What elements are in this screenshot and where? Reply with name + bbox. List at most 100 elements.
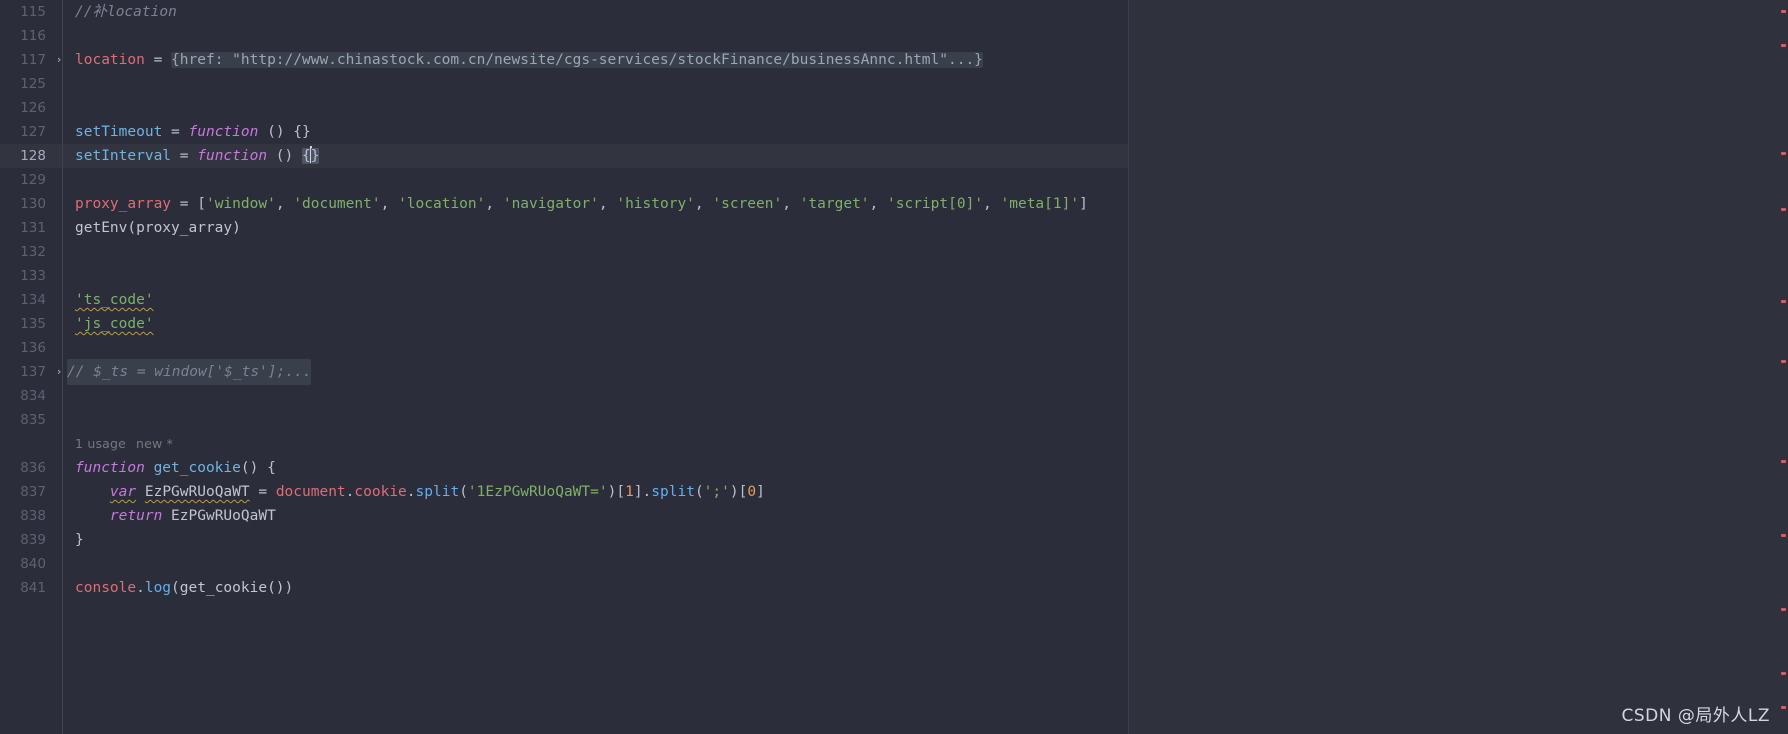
code-line-835[interactable]: 835: [0, 408, 1128, 432]
error-marker-stripe[interactable]: [1776, 0, 1788, 734]
new-marker-label[interactable]: new *: [136, 436, 173, 451]
function-keyword: function: [75, 460, 145, 476]
marker-item[interactable]: [1781, 608, 1786, 611]
code-line-117[interactable]: 117 › location = {href: "http://www.chin…: [0, 48, 1128, 72]
code-content-area[interactable]: 115 //补location 116 117 › location = {hr…: [0, 0, 1128, 734]
array-item: 'screen': [712, 196, 783, 212]
code-line-131[interactable]: 131 getEnv(proxy_array): [0, 216, 1128, 240]
usage-count-label[interactable]: 1 usage: [75, 436, 126, 451]
line-number: 834: [20, 388, 46, 404]
line-number: 838: [20, 508, 46, 524]
marker-item[interactable]: [1781, 10, 1786, 13]
folded-comment-placeholder[interactable]: // $_ts = window['$_ts'];...: [67, 359, 312, 385]
code-line-129[interactable]: 129: [0, 168, 1128, 192]
code-editor[interactable]: 115 //补location 116 117 › location = {hr…: [0, 0, 1788, 734]
code-line-130[interactable]: 130 proxy_array = ['window', 'document',…: [0, 192, 1128, 216]
array-item: 'window': [205, 196, 276, 212]
code-line-841[interactable]: 841 console.log(get_cookie()): [0, 576, 1128, 600]
dot: .: [136, 580, 145, 596]
code-line-134[interactable]: 134 'ts_code': [0, 288, 1128, 312]
string-statement: 'ts_code': [75, 292, 154, 308]
code-line-836[interactable]: 836 function get_cookie() {: [0, 456, 1128, 480]
code-line-116[interactable]: 116: [0, 24, 1128, 48]
fold-chevron-icon[interactable]: ›: [51, 360, 67, 384]
array-item: 'document': [293, 196, 381, 212]
console-object: console: [75, 580, 137, 596]
object-literal-preview[interactable]: {href: "http://www.chinastock.com.cn/new…: [171, 52, 983, 68]
line-number: 132: [20, 244, 46, 260]
method-name: split: [651, 484, 695, 500]
line-number: 125: [20, 76, 46, 92]
code-line-128[interactable]: 128 setInterval = function () {}: [0, 144, 1128, 168]
comma: ,: [485, 196, 503, 212]
code-line-838[interactable]: 838 return EzPGwRUoQaWT: [0, 504, 1128, 528]
array-item: 'meta[1]': [1000, 196, 1080, 212]
paren-close: ): [284, 580, 294, 596]
line-number: 128: [20, 148, 46, 164]
code-line-127[interactable]: 127 setTimeout = function () {}: [0, 120, 1128, 144]
code-line-132[interactable]: 132: [0, 240, 1128, 264]
operator: =: [144, 52, 172, 68]
code-line-133[interactable]: 133: [0, 264, 1128, 288]
method-name: split: [415, 484, 460, 500]
paren-open: (: [694, 484, 704, 500]
function-keyword: function: [188, 124, 259, 140]
line-number: 839: [20, 532, 46, 548]
line-number: 131: [20, 220, 46, 236]
line-number: 836: [20, 460, 46, 476]
comma: ,: [782, 196, 800, 212]
array-item: 'script[0]': [887, 196, 984, 212]
log-argument: get_cookie(): [179, 580, 285, 596]
marker-item[interactable]: [1781, 152, 1786, 155]
code-line-137[interactable]: 137 › // $_ts = window['$_ts'];...: [0, 359, 1128, 385]
line-number: 835: [20, 412, 46, 428]
variable-name: location: [75, 52, 145, 68]
marker-item[interactable]: [1781, 208, 1786, 211]
gutter-divider: [62, 0, 63, 734]
marker-item[interactable]: [1781, 706, 1786, 709]
marker-item[interactable]: [1781, 672, 1786, 675]
code-line-840[interactable]: 840: [0, 552, 1128, 576]
marker-item[interactable]: [1781, 300, 1786, 303]
code-line-834[interactable]: 834: [0, 384, 1128, 408]
function-body: () {}: [258, 124, 311, 140]
marker-item[interactable]: [1781, 460, 1786, 463]
console-log-statement: console.log(get_cookie()): [67, 576, 293, 600]
object-reference: document: [275, 484, 346, 500]
line-number: 136: [20, 340, 46, 356]
fold-chevron-icon[interactable]: ›: [51, 48, 67, 72]
code-line-135[interactable]: 135 'js_code': [0, 312, 1128, 336]
paren-close: )[: [607, 484, 626, 500]
code-line-136[interactable]: 136: [0, 336, 1128, 360]
inlay-hint-row: 1 usage new *: [0, 432, 1128, 456]
function-name: get_cookie: [153, 460, 241, 476]
var-keyword: var: [109, 484, 137, 500]
string-argument: '1EzPGwRUoQaWT=': [467, 484, 608, 500]
return-statement: return EzPGwRUoQaWT: [67, 504, 276, 528]
variable-declaration: var EzPGwRUoQaWT = document.cookie.split…: [67, 480, 765, 504]
code-line-125[interactable]: 125: [0, 72, 1128, 96]
comma: ,: [983, 196, 1001, 212]
marker-item[interactable]: [1781, 44, 1786, 47]
log-method: log: [144, 580, 172, 596]
secondary-editor-pane[interactable]: [1128, 0, 1788, 734]
variable-name: setTimeout: [75, 124, 163, 140]
code-line-115[interactable]: 115 //补location: [0, 0, 1128, 24]
code-line-837[interactable]: 837 var EzPGwRUoQaWT = document.cookie.s…: [0, 480, 1128, 504]
returned-variable: EzPGwRUoQaWT: [171, 508, 276, 524]
usage-hint[interactable]: 1 usage new *: [67, 432, 173, 456]
code-line-126[interactable]: 126: [0, 96, 1128, 120]
operator: =: [171, 196, 198, 212]
marker-item[interactable]: [1781, 534, 1786, 537]
return-keyword: return: [109, 508, 163, 524]
watermark: CSDN @局外人LZ: [1621, 706, 1770, 726]
marker-item[interactable]: [1781, 360, 1786, 363]
function-assignment: setTimeout = function () {}: [67, 120, 311, 144]
function-params: (): [267, 148, 302, 164]
paren-close: )[: [729, 484, 748, 500]
array-index: 0: [747, 484, 757, 500]
code-line-839[interactable]: 839 }: [0, 528, 1128, 552]
declared-variable-name: EzPGwRUoQaWT: [144, 484, 250, 500]
array-item: 'location': [398, 196, 486, 212]
